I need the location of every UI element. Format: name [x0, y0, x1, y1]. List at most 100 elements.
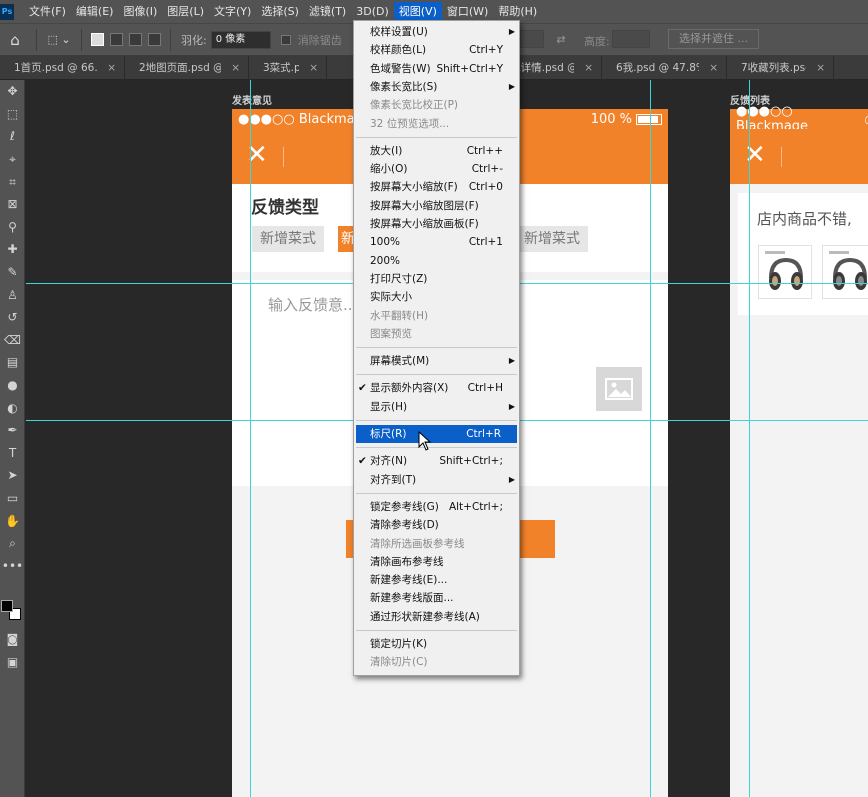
view-menu-item[interactable]: 通过形状新建参考线(A): [354, 608, 519, 626]
menu-8[interactable]: 3D(D): [351, 2, 394, 21]
view-menu-item[interactable]: 新建参考线版面...: [354, 589, 519, 607]
height-input[interactable]: [612, 30, 650, 48]
view-menu-item[interactable]: 新建参考线(E)...: [354, 571, 519, 589]
crop-tool-icon[interactable]: ⌗: [0, 170, 25, 193]
menu-4[interactable]: 图层(L): [162, 2, 209, 21]
pen-tool-icon[interactable]: ✒: [0, 419, 25, 442]
document-tab[interactable]: 3菜式.psd @ 5... ×: [249, 56, 327, 80]
vertical-guide[interactable]: [749, 80, 750, 797]
blur-tool-icon[interactable]: ●: [0, 374, 25, 397]
view-menu-item[interactable]: 屏幕模式(M) ▶: [354, 352, 519, 370]
type-tag[interactable]: 新增菜式: [252, 226, 324, 252]
menu-7[interactable]: 滤镜(T): [304, 2, 351, 21]
history-brush-tool-icon[interactable]: ↺: [0, 306, 25, 329]
view-menu-item[interactable]: 校样颜色(L) Ctrl+Y: [354, 41, 519, 59]
type-tool-icon[interactable]: T: [0, 442, 25, 465]
view-menu-item[interactable]: 对齐到(T) ▶: [354, 471, 519, 489]
view-menu-item[interactable]: 标尺(R) Ctrl+R: [356, 425, 517, 444]
view-menu-item[interactable]: 200%: [354, 252, 519, 270]
close-tab-icon[interactable]: ×: [231, 56, 240, 80]
view-menu-item[interactable]: 按屏幕大小缩放(F) Ctrl+0: [354, 178, 519, 196]
menu-item-label: 像素长宽比(S): [370, 80, 438, 93]
view-menu-item[interactable]: ✔ 对齐(N) Shift+Ctrl+;: [354, 452, 519, 470]
feather-input[interactable]: 0 像素: [210, 30, 271, 49]
artboard-label[interactable]: 发表意见: [232, 92, 272, 107]
view-menu-item[interactable]: 锁定参考线(G) Alt+Ctrl+;: [354, 498, 519, 516]
menu-10[interactable]: 窗口(W): [442, 2, 493, 21]
checkmark-icon: ✔: [358, 455, 367, 468]
new-selection-icon[interactable]: [91, 33, 104, 46]
menu-9[interactable]: 视图(V): [393, 2, 442, 21]
document-tab[interactable]: 6我.psd @ 47.8% (... ×: [602, 56, 727, 80]
swap-icon[interactable]: ⇄: [553, 30, 569, 50]
hand-tool-icon[interactable]: ✋: [0, 509, 25, 532]
close-icon[interactable]: ✕: [744, 142, 766, 168]
view-menu-item[interactable]: 像素长宽比(S) ▶: [354, 78, 519, 96]
menu-3[interactable]: 图像(I): [118, 2, 162, 21]
antialias-checkbox[interactable]: [280, 34, 291, 45]
gradient-tool-icon[interactable]: ▤: [0, 351, 25, 374]
marquee-preset-dropdown[interactable]: ⬚ ⌄: [43, 30, 75, 50]
artboard-feedback-list[interactable]: ●●●○○ Blackmage ◔ ✕ 店内商品不错,: [730, 104, 868, 797]
view-menu-item[interactable]: 缩小(O) Ctrl+-: [354, 160, 519, 178]
home-icon[interactable]: ⌂: [0, 30, 30, 50]
mores-tool-icon[interactable]: •••: [0, 554, 25, 577]
screen-mode-icon[interactable]: ▣: [0, 651, 25, 674]
move-tool-icon[interactable]: ✥: [0, 80, 25, 103]
eraser-tool-icon[interactable]: ⌫: [0, 329, 25, 352]
submenu-arrow-icon: ▶: [508, 474, 515, 484]
color-swatches[interactable]: [1, 597, 25, 627]
document-tab[interactable]: 1首页.psd @ 66.7... ×: [0, 56, 125, 80]
view-menu-item[interactable]: 放大(I) Ctrl++: [354, 142, 519, 160]
dodge-tool-icon[interactable]: ◐: [0, 396, 25, 419]
close-tab-icon[interactable]: ×: [107, 56, 116, 80]
close-tab-icon[interactable]: ×: [816, 56, 825, 80]
foreground-color-swatch[interactable]: [1, 600, 13, 612]
frame-tool-icon[interactable]: ⊠: [0, 193, 25, 216]
shape-tool-icon[interactable]: ▭: [0, 487, 25, 510]
menu-11[interactable]: 帮助(H): [493, 2, 542, 21]
view-menu-item[interactable]: 100% Ctrl+1: [354, 233, 519, 251]
view-menu-item[interactable]: 锁定切片(K): [354, 635, 519, 653]
menu-1[interactable]: 文件(F): [24, 2, 71, 21]
menu-item-label: 对齐(N): [370, 455, 408, 468]
image-upload-icon[interactable]: [596, 367, 642, 411]
view-menu-item[interactable]: 清除画布参考线: [354, 553, 519, 571]
lasso-tool-icon[interactable]: ℓ: [0, 125, 25, 148]
quick-select-tool-icon[interactable]: ⌖: [0, 148, 25, 171]
add-selection-icon[interactable]: [110, 33, 123, 46]
select-mask-button[interactable]: 选择并遮住 ...: [668, 29, 759, 49]
menu-5[interactable]: 文字(Y): [209, 2, 256, 21]
brush-tool-icon[interactable]: ✎: [0, 261, 25, 284]
vertical-guide[interactable]: [250, 80, 251, 797]
vertical-guide[interactable]: [650, 80, 651, 797]
view-menu-item[interactable]: 实际大小: [354, 288, 519, 306]
marquee-tool-icon[interactable]: ⬚: [0, 103, 25, 126]
width-input[interactable]: [520, 30, 544, 48]
close-tab-icon[interactable]: ×: [309, 56, 318, 80]
view-menu-item[interactable]: 按屏幕大小缩放画板(F): [354, 215, 519, 233]
close-tab-icon[interactable]: ×: [584, 56, 593, 80]
view-menu-item[interactable]: ✔ 显示额外内容(X) Ctrl+H: [354, 379, 519, 397]
document-tab[interactable]: 7收藏列表.psd @... ×: [727, 56, 834, 80]
healing-tool-icon[interactable]: ✚: [0, 238, 25, 261]
view-menu-item[interactable]: 校样设置(U) ▶: [354, 23, 519, 41]
menu-2[interactable]: 编辑(E): [71, 2, 119, 21]
path-select-tool-icon[interactable]: ➤: [0, 464, 25, 487]
intersect-selection-icon[interactable]: [148, 33, 161, 46]
view-menu-item[interactable]: 色域警告(W) Shift+Ctrl+Y: [354, 60, 519, 78]
type-tag[interactable]: 新增菜式: [516, 226, 588, 252]
eyedropper-tool-icon[interactable]: ⚲: [0, 216, 25, 239]
close-tab-icon[interactable]: ×: [709, 56, 718, 80]
stamp-tool-icon[interactable]: ♙: [0, 283, 25, 306]
view-menu-item[interactable]: 清除参考线(D): [354, 516, 519, 534]
document-tab[interactable]: 2地图页面.psd @... ×: [125, 56, 249, 80]
quick-mask-icon[interactable]: ◙: [0, 628, 25, 651]
menu-6[interactable]: 选择(S): [256, 2, 304, 21]
view-menu-item[interactable]: 按屏幕大小缩放图层(F): [354, 197, 519, 215]
zoom-tool-icon[interactable]: ⌕: [0, 532, 25, 555]
subtract-selection-icon[interactable]: [129, 33, 142, 46]
view-menu-item[interactable]: 显示(H) ▶: [354, 398, 519, 416]
menu-separator: [356, 492, 517, 494]
view-menu-item[interactable]: 打印尺寸(Z): [354, 270, 519, 288]
